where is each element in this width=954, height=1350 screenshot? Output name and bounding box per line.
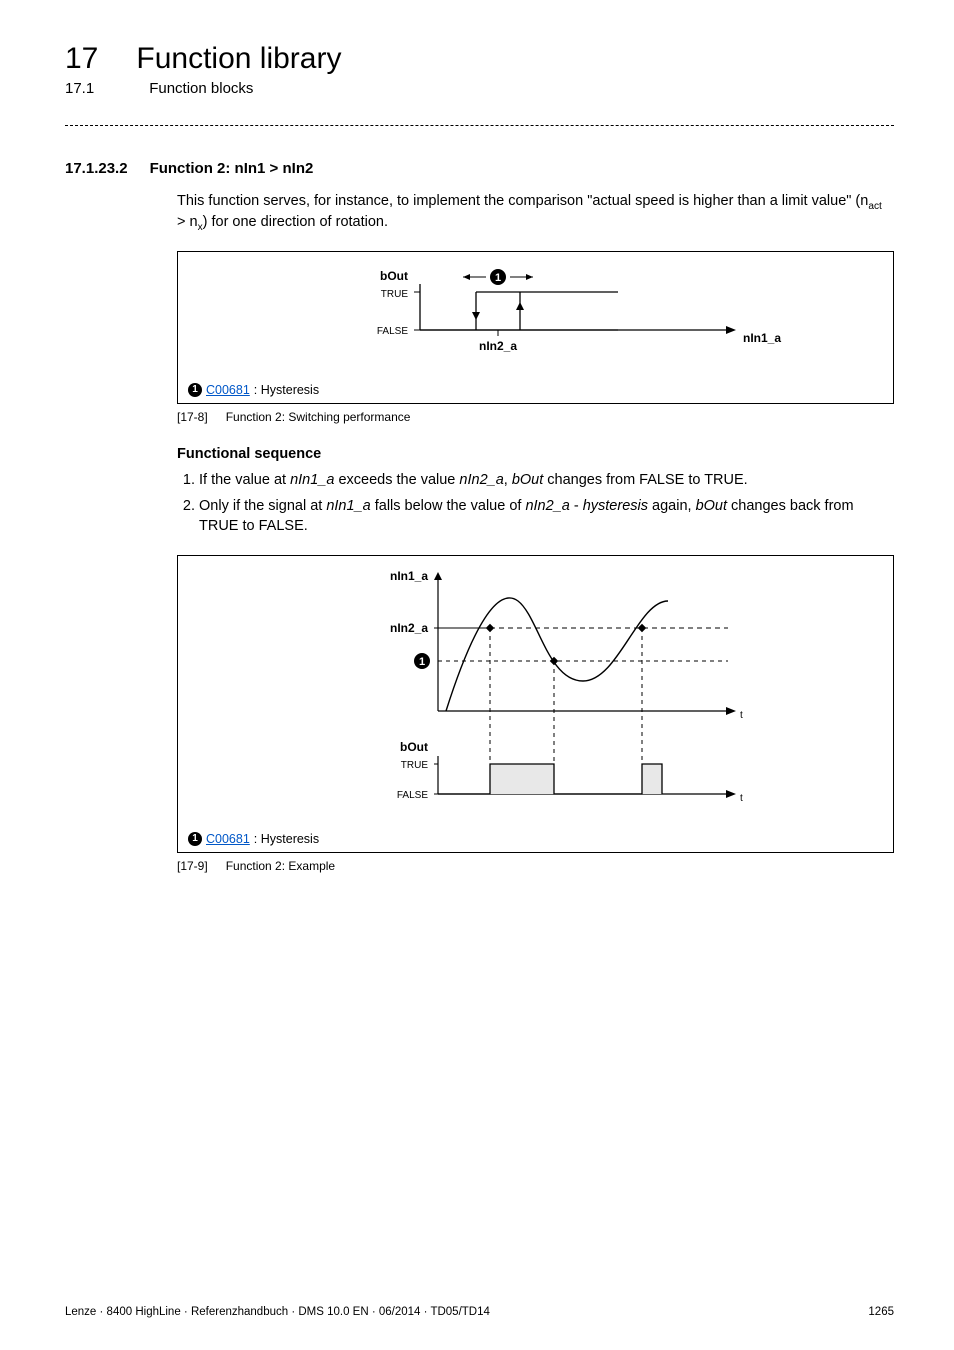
switching-performance-diagram: bOut TRUE FALSE: [188, 262, 888, 372]
chapter-header: 17 Function library: [65, 42, 894, 76]
functional-sequence-list: If the value at nIn1_a exceeds the value…: [177, 470, 894, 537]
figure-17-8: bOut TRUE FALSE: [177, 251, 894, 404]
svg-text:FALSE: FALSE: [377, 326, 408, 337]
svg-text:nIn2_a: nIn2_a: [390, 621, 428, 635]
hysteresis-param-link[interactable]: C00681: [206, 832, 250, 846]
intro-paragraph: This function serves, for instance, to i…: [177, 192, 894, 235]
page-number: 1265: [868, 1306, 894, 1318]
svg-text:nIn1_a: nIn1_a: [390, 569, 428, 583]
svg-text:nIn1_a: nIn1_a: [743, 331, 781, 345]
section-title: Function blocks: [149, 80, 253, 97]
svg-text:bOut: bOut: [400, 740, 428, 754]
figure-17-9-legend: 1 C00681: Hysteresis: [178, 832, 893, 852]
functional-sequence-heading: Functional sequence: [177, 446, 894, 462]
svg-text:1: 1: [419, 656, 425, 668]
chapter-title: Function library: [136, 42, 341, 76]
svg-text:TRUE: TRUE: [401, 760, 429, 771]
list-item: If the value at nIn1_a exceeds the value…: [199, 470, 894, 490]
hysteresis-param-link[interactable]: C00681: [206, 383, 250, 397]
section-number: 17.1: [65, 80, 94, 97]
svg-text:1: 1: [495, 272, 501, 284]
list-item: Only if the signal at nIn1_a falls below…: [199, 496, 894, 537]
svg-text:nIn2_a: nIn2_a: [479, 339, 517, 353]
svg-text:bOut: bOut: [380, 269, 408, 283]
figure-17-8-caption: [17-8] Function 2: Switching performance: [177, 410, 894, 424]
svg-text:FALSE: FALSE: [397, 790, 428, 801]
svg-text:t: t: [740, 710, 743, 721]
subsection-title: Function 2: nIn1 > nIn2: [150, 160, 314, 177]
legend-marker-icon: 1: [188, 383, 202, 397]
figure-17-9-caption: [17-9] Function 2: Example: [177, 859, 894, 873]
legend-marker-icon: 1: [188, 832, 202, 846]
figure-17-8-legend: 1 C00681: Hysteresis: [178, 383, 893, 403]
svg-text:t: t: [740, 793, 743, 804]
page-footer: Lenze · 8400 HighLine · Referenzhandbuch…: [65, 1306, 894, 1318]
chapter-number: 17: [65, 42, 98, 76]
svg-text:TRUE: TRUE: [381, 289, 409, 300]
footer-left: Lenze · 8400 HighLine · Referenzhandbuch…: [65, 1306, 490, 1318]
figure-17-9: t nIn1_a nIn2_a 1: [177, 555, 894, 853]
subsection-number: 17.1.23.2: [65, 160, 128, 177]
example-diagram: t nIn1_a nIn2_a 1: [188, 566, 888, 821]
divider: [65, 125, 894, 126]
section-header: 17.1 Function blocks: [65, 80, 894, 97]
subsection-header: 17.1.23.2 Function 2: nIn1 > nIn2: [65, 160, 894, 177]
